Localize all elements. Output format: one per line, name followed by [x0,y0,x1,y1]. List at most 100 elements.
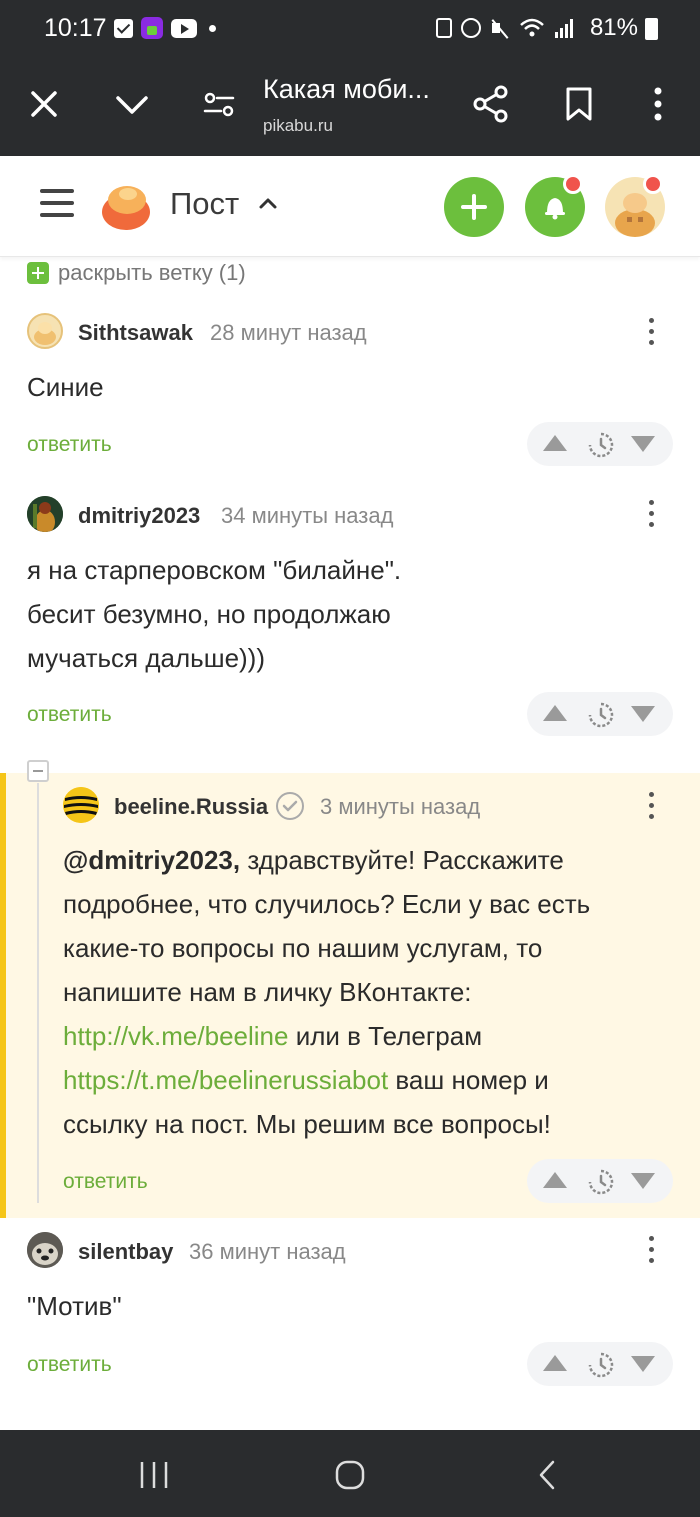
chevron-up-icon[interactable] [258,196,278,210]
clock-icon [588,432,614,458]
comment-line: бесит безумно, но продолжаю [27,599,391,629]
comment-line: Синие [27,372,104,402]
comment-text: Синие [27,365,104,409]
comment-time: 3 минуты назад [320,794,481,819]
chevron-down-icon[interactable] [114,90,150,120]
collapse-branch-button[interactable] [27,760,49,782]
avatar-badge [643,174,663,194]
pikabu-logo[interactable] [100,180,152,232]
comment-line-part: или в Телеграм [288,1021,483,1051]
signal-icon [555,19,573,38]
vk-link[interactable]: http://vk.me/beeline [63,1021,288,1051]
telegram-link[interactable]: https://t.me/beelinerussiabot [63,1065,388,1095]
site-header: Пост [0,156,700,257]
avatar[interactable] [63,787,99,823]
comment-author[interactable]: silentbay [78,1239,173,1265]
comment-author[interactable]: dmitriy2023 [78,503,200,529]
status-right-icons [436,17,574,39]
comment-time: 28 минут назад [210,320,367,345]
upvote-icon[interactable] [543,435,567,451]
downvote-icon[interactable] [631,1356,655,1372]
comment-line: ссылку на пост. Мы решим все вопросы! [63,1109,551,1139]
comment-time: 36 минут назад [189,1239,346,1264]
app-notification-icon [141,17,163,39]
more-vertical-icon[interactable] [646,792,656,822]
comment-line: подробнее, что случилось? Если у вас ест… [63,889,591,919]
downvote-icon[interactable] [631,1173,655,1189]
back-icon[interactable] [536,1459,558,1491]
system-nav-bar [0,1430,700,1517]
comment-line: мучаться дальше))) [27,643,265,673]
status-left-icons [114,17,216,39]
close-icon[interactable] [28,88,60,120]
add-post-button[interactable] [444,177,504,237]
more-vertical-icon[interactable] [648,86,668,122]
page-title: Какая моби... [263,74,430,104]
browser-toolbar: Какая моби... pikabu.ru [0,56,700,156]
comment-line-part: ваш номер и [388,1065,549,1095]
comment-line: какие-то вопросы по нашим услугам, то [63,933,543,963]
comment-line: "Мотив" [27,1291,122,1321]
comment-text: "Мотив" [27,1284,122,1328]
checkbox-notification-icon [114,18,133,38]
upvote-icon[interactable] [543,1355,567,1371]
battery-percent: 81% [589,14,638,41]
bookmark-icon[interactable] [564,84,594,124]
comment-line: напишите нам в личку ВКонтакте: [63,977,472,1007]
comment-line: https://t.me/beelinerussiabot ваш номер … [63,1058,590,1102]
home-icon[interactable] [334,1459,366,1491]
comment-line: я на старперовском "билайне". [27,555,402,585]
comment-line: http://vk.me/beeline или в Телеграм [63,1014,590,1058]
avatar[interactable] [27,1232,63,1268]
reply-link[interactable]: ответить [27,433,112,457]
clock-icon [588,1169,614,1195]
verified-check-icon [276,792,304,820]
mute-icon [490,18,510,38]
page-url: pikabu.ru [263,116,333,135]
comment-line: @dmitriy2023, здравствуйте! Расскажите [63,838,590,882]
comment-text: я на старперовском "билайне". бесит безу… [27,548,401,680]
comment-line-part: здравствуйте! Расскажите [240,845,564,875]
expand-branch-label: раскрыть ветку (1) [58,260,246,285]
recent-apps-icon[interactable] [138,1460,170,1490]
header-title[interactable]: Пост [170,186,239,222]
clock-icon [588,702,614,728]
share-icon[interactable] [472,84,510,124]
notification-badge [563,174,583,194]
clock-icon [588,1352,614,1378]
more-notifications-dot-icon [209,24,216,32]
thread-line [37,783,39,1203]
reply-link[interactable]: ответить [27,703,112,727]
youtube-notification-icon [171,18,197,38]
avatar[interactable] [27,313,63,349]
reply-link[interactable]: ответить [27,1353,112,1377]
beeline-logo [63,787,99,823]
status-time: 10:17 [44,14,107,42]
comment-author[interactable]: Sithtsawak [78,320,193,346]
vote-widget [527,1159,673,1203]
downvote-icon[interactable] [631,706,655,722]
status-bar: 10:17 81% [0,0,700,56]
vote-widget [527,422,673,466]
user-mention[interactable]: @dmitriy2023, [63,845,240,875]
battery-saver-icon [436,18,452,38]
more-vertical-icon[interactable] [646,500,656,530]
comment-text: @dmitriy2023, здравствуйте! Расскажите п… [63,838,590,1146]
wifi-icon [520,18,544,37]
more-vertical-icon[interactable] [646,318,656,348]
reply-link[interactable]: ответить [63,1170,148,1194]
plus-icon [461,194,487,220]
alarm-icon [461,18,481,38]
plus-box-icon [27,262,49,284]
expand-branch-link[interactable]: раскрыть ветку (1) [27,260,246,286]
site-settings-icon[interactable] [203,90,235,120]
upvote-icon[interactable] [543,705,567,721]
downvote-icon[interactable] [631,436,655,452]
battery-icon [645,18,658,40]
comment-author[interactable]: beeline.Russia [114,794,268,820]
menu-icon[interactable] [40,189,74,221]
vote-widget [527,692,673,736]
upvote-icon[interactable] [543,1172,567,1188]
avatar[interactable] [27,496,63,532]
more-vertical-icon[interactable] [646,1236,656,1266]
